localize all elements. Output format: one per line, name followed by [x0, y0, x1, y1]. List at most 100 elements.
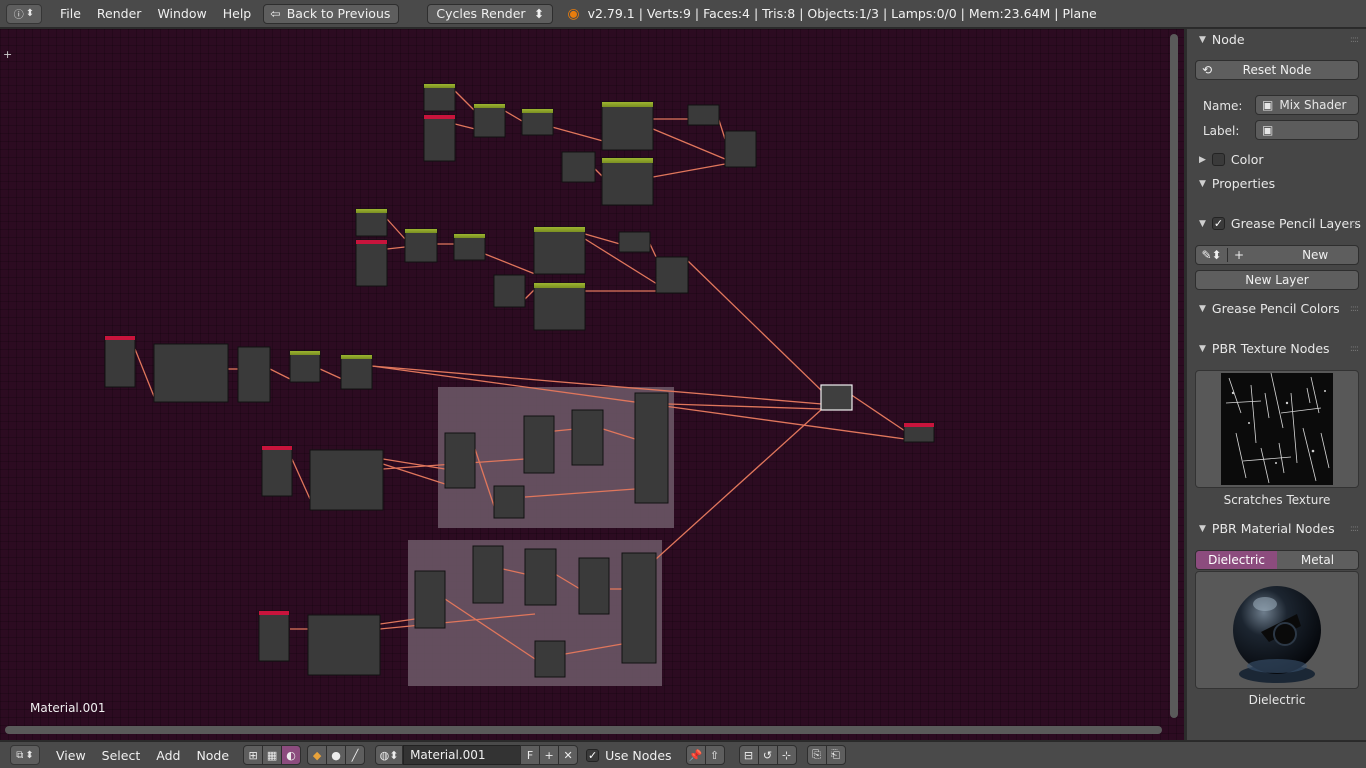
object-icon[interactable]: ◆: [307, 745, 328, 765]
material-name-field[interactable]: Material.001: [403, 745, 522, 765]
mapping-node[interactable]: [309, 449, 384, 511]
menu-file[interactable]: File: [52, 6, 89, 21]
editor-type-selector[interactable]: ⓘ ⬍: [6, 3, 42, 24]
principled-node[interactable]: [634, 392, 669, 504]
compositing-tree-icon[interactable]: ◐: [281, 745, 302, 765]
image-node[interactable]: [414, 570, 446, 629]
image-node[interactable]: [237, 346, 271, 403]
noise-node[interactable]: [561, 151, 596, 183]
add-material-icon[interactable]: +: [539, 745, 560, 765]
image-node[interactable]: [578, 557, 610, 615]
world-icon[interactable]: ●: [326, 745, 347, 765]
drag-grip-icon[interactable]: ::::: [1350, 35, 1359, 45]
image-texture-node[interactable]: [104, 335, 136, 388]
color-checkbox[interactable]: [1211, 153, 1225, 166]
math-node-a[interactable]: [687, 104, 720, 126]
rgb-node[interactable]: [289, 350, 321, 383]
snap-icon[interactable]: ⊹: [776, 745, 797, 765]
image-node[interactable]: [444, 432, 476, 489]
node-editor[interactable]: + Material.001: [0, 29, 1184, 740]
copy-icon[interactable]: ⎘: [806, 745, 827, 765]
image-node[interactable]: [524, 548, 557, 606]
drag-grip-icon[interactable]: ::::: [1350, 524, 1359, 534]
bump-node[interactable]: [493, 485, 525, 519]
back-to-previous-button[interactable]: ⇦ Back to Previous: [263, 3, 400, 24]
menu-select[interactable]: Select: [94, 748, 149, 763]
linestyle-icon[interactable]: ╱: [345, 745, 366, 765]
drag-grip-icon[interactable]: ::::: [1350, 219, 1359, 229]
render-engine-select[interactable]: Cycles Render ⬍: [427, 3, 554, 24]
pbr-texture-header[interactable]: ▼ PBR Texture Nodes: [1199, 341, 1330, 356]
use-nodes-checkbox[interactable]: ✓: [586, 748, 600, 762]
drag-grip-icon[interactable]: ::::: [1350, 344, 1359, 354]
panel-title: PBR Texture Nodes: [1211, 341, 1330, 356]
new-button[interactable]: New: [1302, 248, 1328, 262]
paste-icon[interactable]: ⎗: [825, 745, 846, 765]
gp-layers-header[interactable]: ▼ ✓ Grease Pencil Layers: [1199, 216, 1361, 231]
backdrop-icon[interactable]: ⊟: [738, 745, 759, 765]
close-icon[interactable]: ✕: [558, 745, 579, 765]
parent-tree-icon[interactable]: ⇧: [704, 745, 725, 765]
colorramp-node-b[interactable]: [533, 282, 586, 331]
math-node[interactable]: [340, 354, 373, 390]
texture-preview[interactable]: [1195, 370, 1359, 488]
menu-render[interactable]: Render: [89, 6, 150, 21]
colorramp-node-a[interactable]: [533, 226, 586, 275]
image-node[interactable]: [523, 415, 555, 474]
node-graph[interactable]: [0, 29, 1184, 740]
menu-help[interactable]: Help: [215, 6, 260, 21]
geometry-node[interactable]: [423, 114, 456, 162]
mix-node-a[interactable]: [724, 130, 757, 168]
geometry-node[interactable]: [355, 239, 388, 287]
colorramp-node-a[interactable]: [601, 101, 654, 151]
auto-offset-icon[interactable]: ↺: [757, 745, 778, 765]
horizontal-scrollbar[interactable]: [5, 726, 1162, 734]
texcoord-node[interactable]: [355, 208, 388, 237]
texture-tree-icon[interactable]: ▦: [262, 745, 283, 765]
image-texture-node[interactable]: [261, 445, 293, 497]
math-node-a[interactable]: [618, 231, 651, 253]
use-nodes-toggle[interactable]: ✓ Use Nodes: [586, 748, 672, 763]
mapping-node[interactable]: [473, 103, 506, 138]
metal-tab[interactable]: Metal: [1277, 551, 1358, 569]
pencil-icon[interactable]: ✎⬍: [1196, 248, 1228, 262]
mapping-node[interactable]: [307, 614, 381, 676]
colorramp-node-b[interactable]: [601, 157, 654, 206]
vertical-scrollbar[interactable]: [1170, 34, 1178, 718]
shader-tree-icon[interactable]: ⊞: [243, 745, 264, 765]
principled-node[interactable]: [621, 552, 657, 664]
image-node[interactable]: [472, 545, 504, 604]
editor-type-selector[interactable]: ⧉ ⬍: [10, 745, 40, 765]
image-texture-node[interactable]: [258, 610, 290, 662]
dielectric-tab[interactable]: Dielectric: [1196, 551, 1277, 569]
mix-node-a[interactable]: [655, 256, 689, 294]
gp-colors-header[interactable]: ▼ Grease Pencil Colors: [1199, 301, 1340, 316]
node-group-1[interactable]: [423, 83, 757, 206]
menu-add[interactable]: Add: [148, 748, 188, 763]
color-panel-header[interactable]: ▶ Color: [1199, 152, 1264, 167]
bump-node[interactable]: [534, 640, 566, 678]
material-preview[interactable]: [1195, 571, 1359, 689]
node-group-3[interactable]: [104, 335, 373, 403]
properties-panel-header[interactable]: ▼ Properties: [1199, 176, 1275, 191]
node-panel-header[interactable]: ▼ Node: [1199, 32, 1245, 47]
menu-view[interactable]: View: [48, 748, 94, 763]
menu-node[interactable]: Node: [188, 748, 237, 763]
menu-window[interactable]: Window: [149, 6, 214, 21]
name-field[interactable]: ▣ Mix Shader: [1255, 95, 1359, 115]
mix-shader-node[interactable]: [820, 384, 853, 411]
texcoord-node[interactable]: [423, 83, 456, 112]
reset-node-button[interactable]: ⟲ Reset Node: [1195, 60, 1359, 80]
label-field[interactable]: ▣: [1255, 120, 1359, 140]
gp-layers-checkbox[interactable]: ✓: [1211, 217, 1225, 230]
pbr-material-header[interactable]: ▼ PBR Material Nodes: [1199, 521, 1335, 536]
fake-user-button[interactable]: F: [520, 745, 541, 765]
drag-grip-icon[interactable]: ::::: [1350, 304, 1359, 314]
new-layer-button[interactable]: New Layer: [1195, 270, 1359, 290]
pin-icon[interactable]: 📌: [685, 745, 706, 765]
noise-node[interactable]: [493, 274, 526, 308]
mapping-node[interactable]: [153, 343, 229, 403]
mapping-node[interactable]: [404, 228, 438, 263]
material-browse-icon[interactable]: ◍⬍: [375, 745, 404, 765]
image-node[interactable]: [571, 409, 604, 466]
